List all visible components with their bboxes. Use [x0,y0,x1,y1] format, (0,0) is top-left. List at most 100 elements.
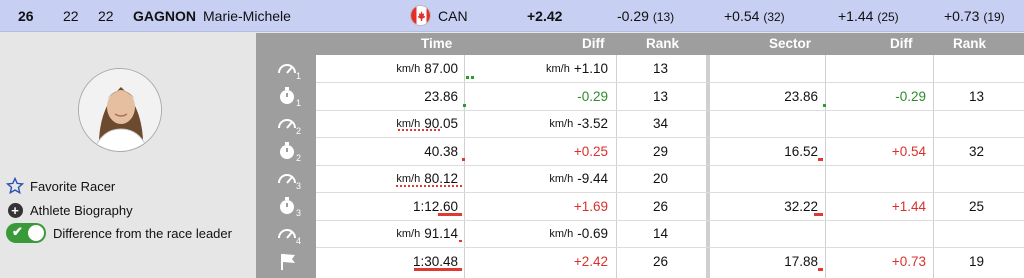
sector-cell-value: 17.88 [784,254,818,270]
total-diff: +2.42 [527,8,563,24]
speed-indicator [471,76,474,79]
time-cell: km/h 87.00 [318,55,458,83]
sector-rank-cell-value: 19 [968,254,984,270]
diff-cell-value: +0.25 [573,144,608,160]
time-cell-value: 87.00 [424,61,458,77]
sector-indicator [814,213,823,216]
time-cell: 23.86 [318,83,458,111]
split-4: +0.73 (19) [944,8,1005,24]
favorite-racer-label: Favorite Racer [30,178,116,194]
time-cell: km/h 80.12 [318,165,458,193]
diff-cell: +2.42 [468,248,608,276]
speed-4-icon: 4 [276,222,304,246]
diff-cell-value: -0.69 [577,226,608,242]
sector-indicator [823,104,826,107]
svg-text:3: 3 [296,208,301,218]
athlete-photo [78,68,162,152]
svg-text:2: 2 [296,153,301,163]
difference-leader-toggle[interactable]: ✔ Difference from the race leader [6,223,232,243]
time-cell: 1:30.48 [318,248,458,276]
sector-rank-cell: 32 [924,138,984,166]
diff-cell: km/h -3.52 [468,110,608,138]
speed-indicator [459,240,462,242]
sector-cell: 23.86 [718,83,818,111]
unit-label: km/h [396,117,421,130]
table-row: km/h 80.12 km/h -9.44 20 [316,165,1024,193]
col-sector-diff: Diff [890,36,913,51]
diff-cell: km/h +1.10 [468,55,608,83]
sector-rank-cell [924,110,984,138]
col-sector: Sector [769,36,812,51]
table-row: km/h 90.05 km/h -3.52 34 [316,110,1024,138]
time-cell-value: 40.38 [424,144,458,160]
rank-cell-value: 20 [652,171,668,187]
time-cell-value: 80.12 [424,171,458,187]
table-row: 1:12.60 +1.69 26 32.22 +1.44 25 [316,193,1024,221]
checkmark-icon: ✔ [12,224,23,239]
sector-rank-cell [924,220,984,248]
svg-text:1: 1 [296,71,301,81]
sector-diff-cell [826,165,926,193]
rank-cell: 13 [608,55,668,83]
col-diff: Diff [582,36,605,51]
sector-cell: 32.22 [718,193,818,221]
sector-diff-cell [826,110,926,138]
time-indicator [438,213,462,216]
time-cell: 40.38 [318,138,458,166]
stopwatch-2-icon: 2 [276,139,304,163]
svg-text:1: 1 [296,98,301,108]
nation-code: CAN [438,8,468,24]
speed-indicator [396,185,462,187]
col-time: Time [421,36,453,51]
toggle-switch[interactable]: ✔ [6,223,46,243]
diff-cell-value: -0.29 [577,89,608,105]
svg-text:3: 3 [296,181,301,191]
sector-diff-cell: -0.29 [826,83,926,111]
athlete-header-row[interactable]: 26 22 22 GAGNON Marie-Michele CAN +2.42 … [0,0,1024,32]
time-cell-value: 1:30.48 [412,254,458,270]
diff-cell-value: +1.10 [573,61,608,77]
sector-cell-value: 16.52 [784,144,818,160]
diff-cell-value: +2.42 [573,254,608,270]
sector-rank-cell: 25 [924,193,984,221]
time-indicator [462,158,465,161]
sector-indicator [818,268,823,271]
unit-label: km/h [549,227,574,240]
speed-3-icon: 3 [276,167,304,191]
sector-diff-cell-value: +0.73 [891,254,926,270]
sector-rank-cell [924,165,984,193]
sector-rank-cell [924,55,984,83]
sector-rank-cell: 19 [924,248,984,276]
sector-diff-cell-value: -0.29 [895,89,926,105]
table-row: km/h 91.14 km/h -0.69 14 [316,220,1024,248]
favorite-racer-toggle[interactable]: Favorite Racer [6,176,115,196]
athlete-biography-link[interactable]: + Athlete Biography [6,200,133,220]
table-row: 40.38 +0.25 29 16.52 +0.54 32 [316,138,1024,166]
rank-cell-value: 14 [652,226,668,242]
toggle-knob [28,225,44,241]
unit-label: km/h [396,172,421,185]
sector-indicator [818,158,823,161]
rank-cell-value: 26 [652,199,668,215]
speed-2-icon: 2 [276,112,304,136]
unit-label: km/h [549,117,574,130]
start-number: 22 [98,8,114,24]
split-2: +0.54 (32) [724,8,785,24]
speed-indicator [466,76,469,79]
difference-leader-label: Difference from the race leader [53,225,232,241]
sector-cell: 16.52 [718,138,818,166]
table-row: 23.86 -0.29 13 23.86 -0.29 13 [316,83,1024,111]
diff-cell: km/h -9.44 [468,165,608,193]
time-indicator [463,104,466,107]
sector-diff-cell-value: +0.54 [891,144,926,160]
col-sector-rank: Rank [953,36,987,51]
sector-cell: 17.88 [718,248,818,276]
sector-cell-value: 32.22 [784,199,818,215]
diff-cell: +1.69 [468,193,608,221]
diff-cell: -0.29 [468,83,608,111]
sector-rank-cell-value: 32 [968,144,984,160]
sector-cell [718,220,818,248]
sector-cell [718,55,818,83]
sector-cell [718,165,818,193]
table-row: km/h 87.00 km/h +1.10 13 [316,55,1024,83]
